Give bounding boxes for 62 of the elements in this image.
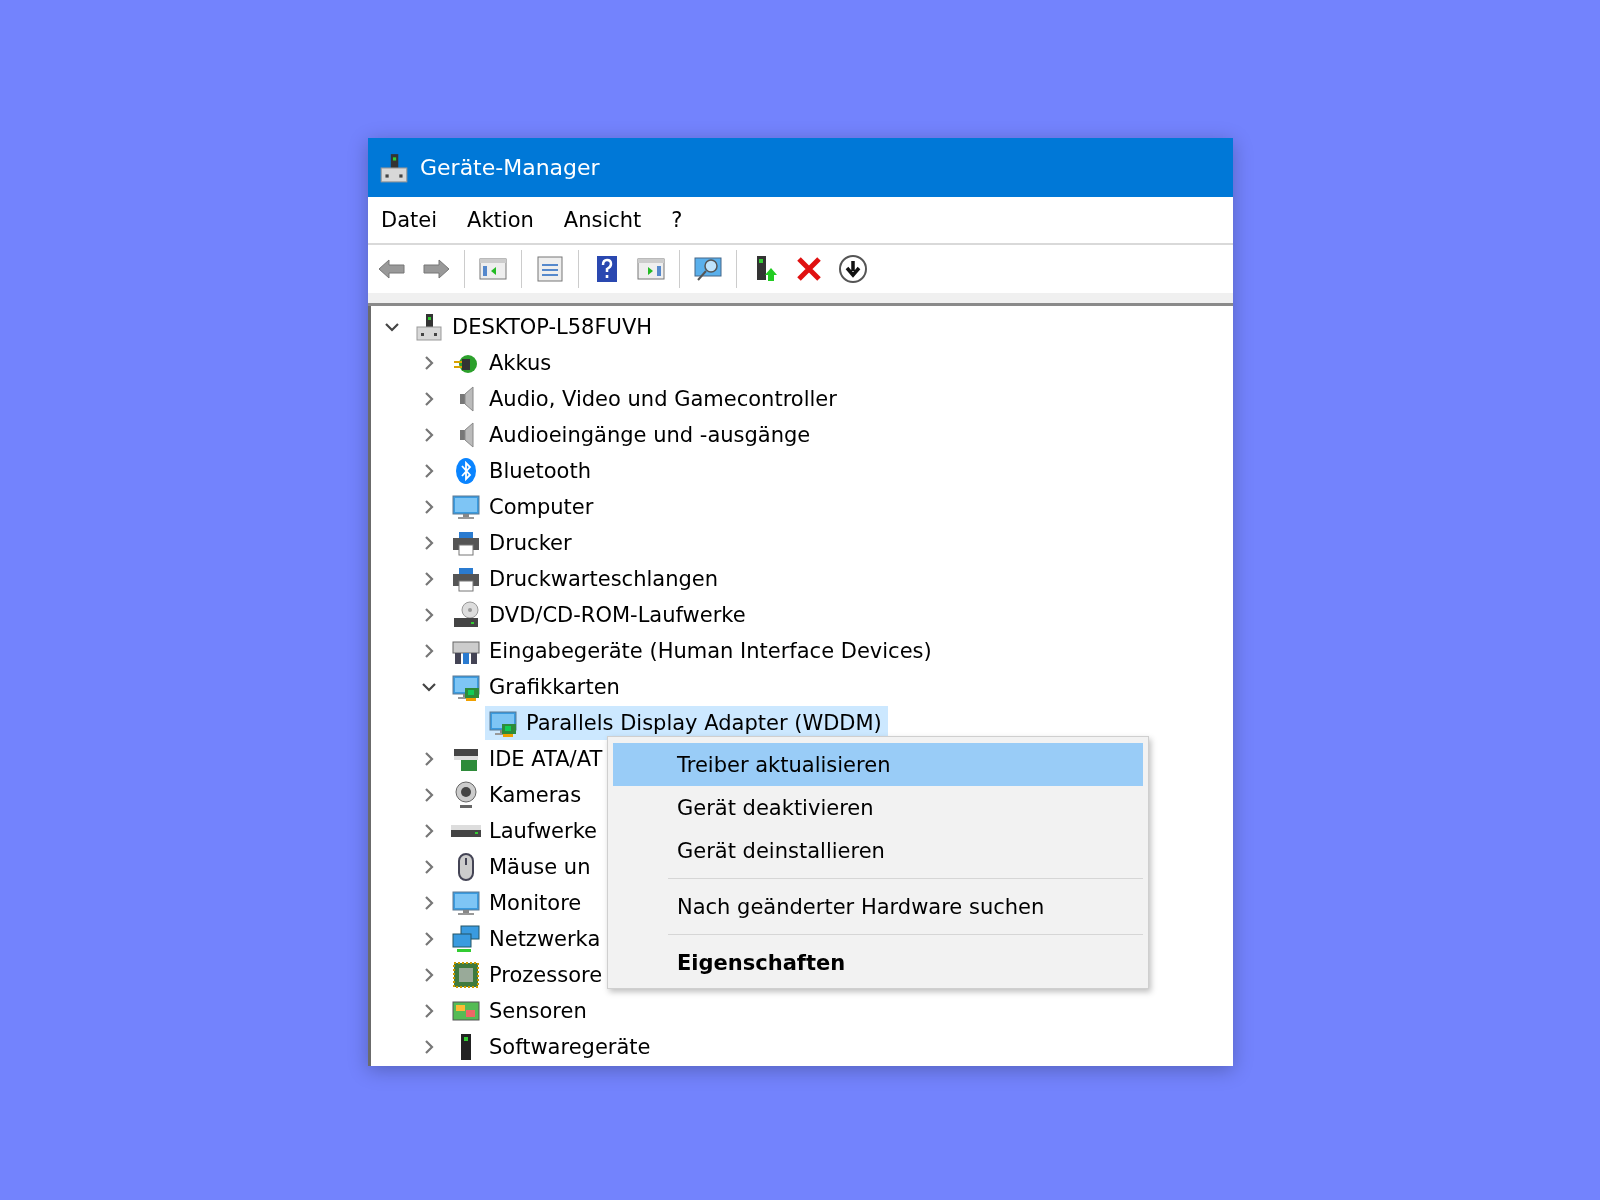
tree-item[interactable]: Grafikkarten [448, 670, 626, 704]
tree-item-label: DVD/CD-ROM-Laufwerke [489, 603, 746, 627]
selected-tree-item[interactable]: Parallels Display Adapter (WDDM) [485, 706, 888, 740]
tree-item[interactable]: Prozessore [448, 958, 609, 992]
tree-item-label: Audio, Video und Gamecontroller [489, 387, 837, 411]
tree-item[interactable]: DVD/CD-ROM-Laufwerke [448, 598, 752, 632]
tree-item-label: Mäuse un [489, 855, 591, 879]
menu-item[interactable]: Datei [381, 206, 438, 234]
tree-item-label: DESKTOP-L58FUVH [452, 315, 653, 339]
tree-item-label: Audioeingänge und -ausgänge [489, 423, 811, 447]
tree-item[interactable]: Sensoren [448, 994, 593, 1028]
tree-item[interactable]: Druckwarteschlangen [448, 562, 725, 596]
tree-item-label: Grafikkarten [489, 675, 620, 699]
tree-item[interactable]: Softwaregeräte [448, 1030, 657, 1064]
context-menu-item[interactable]: Nach geänderter Hardware suchen [613, 885, 1143, 928]
display-card-icon [451, 672, 481, 702]
tree-item-label: Bluetooth [489, 459, 591, 483]
tree-item-label: Parallels Display Adapter (WDDM) [526, 711, 882, 735]
display-card-icon [488, 708, 518, 738]
tree-item-label: Drucker [489, 531, 572, 555]
tree-item[interactable]: DESKTOP-L58FUVH [411, 310, 659, 344]
tree-item[interactable]: Akkus [448, 346, 558, 380]
menu-item[interactable]: ? [671, 206, 683, 234]
tree-item[interactable]: Eingabegeräte (Human Interface Devices) [448, 634, 938, 668]
chip-icon [451, 960, 481, 990]
tree-item[interactable]: Netzwerka [448, 922, 607, 956]
tree-item-label: Prozessore [489, 963, 603, 987]
tree-item-label: Netzwerka [489, 927, 601, 951]
menu-item[interactable]: Ansicht [563, 206, 642, 234]
tree-item-label: IDE ATA/AT [489, 747, 603, 771]
tree-item[interactable]: Kameras [448, 778, 588, 812]
disc-drive-icon [451, 600, 481, 630]
context-menu-item[interactable]: Eigenschaften [613, 941, 1143, 984]
tree-item-label: Druckwarteschlangen [489, 567, 719, 591]
tree-item-label: Computer [489, 495, 594, 519]
tree-item-label: Sensoren [489, 999, 587, 1023]
computer-icon [414, 312, 444, 342]
tree-item[interactable]: Audioeingänge und -ausgänge [448, 418, 817, 452]
tree-item[interactable]: Drucker [448, 526, 578, 560]
network-icon [451, 924, 481, 954]
window-title: Geräte-Manager [420, 155, 600, 180]
tree-item-label: Laufwerke [489, 819, 597, 843]
computer-icon [378, 151, 410, 184]
monitor-icon [451, 492, 481, 522]
tree-item-label: Akkus [489, 351, 552, 375]
context-menu-item[interactable]: Treiber aktualisieren [613, 743, 1143, 786]
menu-item[interactable]: Aktion [467, 206, 534, 234]
tree-item-label: Monitore [489, 891, 582, 915]
monitor-icon [451, 888, 481, 918]
tree-item[interactable]: Audio, Video und Gamecontroller [448, 382, 843, 416]
tree-item[interactable]: IDE ATA/AT [448, 742, 609, 776]
tree-item-label: Kameras [489, 783, 582, 807]
drive-icon [451, 825, 481, 837]
tree-item[interactable]: Mäuse un [448, 850, 597, 884]
tree-item[interactable]: Bluetooth [448, 454, 597, 488]
tree-item-label: Eingabegeräte (Human Interface Devices) [489, 639, 932, 663]
tree-item[interactable]: Monitore [448, 886, 588, 920]
tree-item[interactable]: Laufwerke [448, 814, 603, 848]
context-menu-item[interactable]: Gerät deinstallieren [613, 829, 1143, 872]
tree-item-label: Softwaregeräte [489, 1035, 651, 1059]
tree-item[interactable]: Computer [448, 490, 600, 524]
context-menu-item[interactable]: Gerät deaktivieren [613, 786, 1143, 829]
